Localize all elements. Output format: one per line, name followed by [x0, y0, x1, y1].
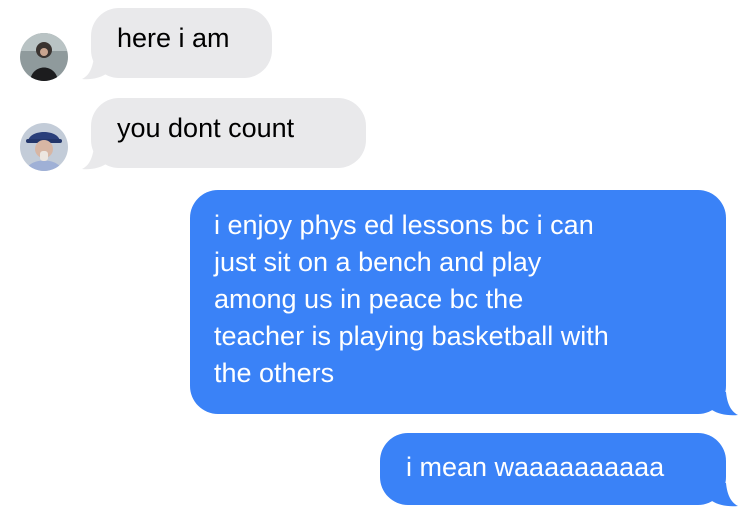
- message-text-line: teacher is playing basketball with: [214, 321, 609, 351]
- message-bubble-incoming[interactable]: here i am: [91, 8, 272, 78]
- bubble-tail: [82, 148, 106, 170]
- person-photo-icon: [20, 33, 68, 81]
- message-text-line: among us in peace bc the: [214, 284, 524, 314]
- message-bubble-outgoing[interactable]: i enjoy phys ed lessons bc i can just si…: [190, 190, 726, 414]
- message-text: you dont count: [117, 113, 295, 143]
- sender-avatar[interactable]: [20, 33, 68, 81]
- person-photo-icon: [20, 123, 68, 171]
- sender-avatar[interactable]: [20, 123, 68, 171]
- message-text-line: i enjoy phys ed lessons bc i can: [214, 210, 594, 240]
- message-text: here i am: [117, 23, 230, 53]
- bubble-tail: [82, 58, 106, 80]
- message-bubble-outgoing[interactable]: i mean waaaaaaaaaa: [380, 433, 726, 505]
- bubble-tail: [712, 483, 738, 507]
- bubble-tail: [712, 392, 738, 416]
- message-text: i mean waaaaaaaaaa: [406, 452, 665, 482]
- message-text-line: the others: [214, 358, 335, 388]
- message-bubble-incoming[interactable]: you dont count: [91, 98, 366, 168]
- message-text-line: just sit on a bench and play: [214, 247, 542, 277]
